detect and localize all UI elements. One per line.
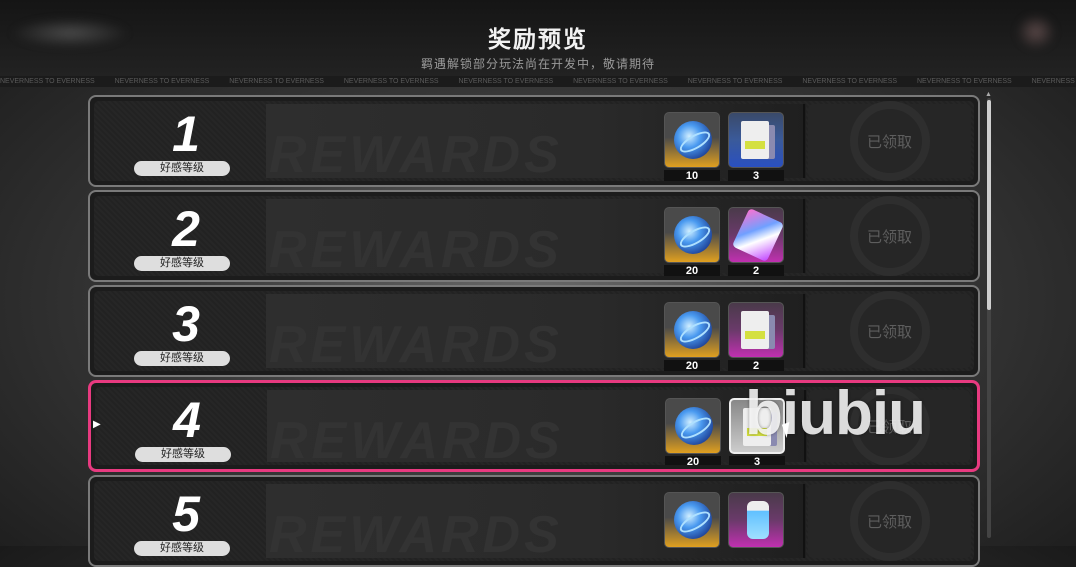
page-title: 奖励预览 <box>488 26 588 52</box>
reward-item-card[interactable] <box>728 112 784 168</box>
ticker-text: NEVERNESS TO EVERNESS <box>687 78 783 85</box>
blue-orb-icon <box>674 311 712 349</box>
reward-item-orb[interactable] <box>664 207 720 263</box>
reward-row[interactable]: REWARDS 5 好感等级 已领取 <box>88 475 980 567</box>
reward-row[interactable]: REWARDS 2 好感等级 20 2 已领取 <box>88 190 980 282</box>
ticker-text: NEVERNESS TO EVERNESS <box>802 78 898 85</box>
ticker-strip: NEVERNESS TO EVERNESS NEVERNESS TO EVERN… <box>0 76 1076 87</box>
claimed-status: 已领取 <box>866 513 912 531</box>
divider <box>803 294 805 368</box>
rewards-background-text: REWARDS <box>269 316 563 371</box>
item-quantity: 2 <box>728 265 784 276</box>
reward-item-confetti[interactable] <box>728 207 784 263</box>
ticker-text: NEVERNESS TO EVERNESS <box>573 78 668 85</box>
scrollbar-thumb[interactable] <box>987 100 991 310</box>
divider <box>803 199 805 273</box>
ticker-text: NEVERNESS TO EVERNESS <box>114 78 210 85</box>
reward-row[interactable]: REWARDS 3 好感等级 20 2 已领取 <box>88 285 980 377</box>
level-label: 好感等级 <box>134 256 230 271</box>
item-quantity: 20 <box>664 265 720 276</box>
claim-button[interactable]: 已领取 <box>808 481 971 561</box>
row-body: REWARDS 5 好感等级 已领取 <box>94 481 974 561</box>
reward-item-orb[interactable] <box>664 492 720 548</box>
ticker-text: NEVERNESS TO EVERNESS <box>343 78 439 85</box>
blue-orb-icon <box>675 407 713 445</box>
item-quantity: 10 <box>664 170 720 181</box>
row-body: REWARDS 2 好感等级 20 2 已领取 <box>94 196 974 276</box>
blue-orb-icon <box>674 121 712 159</box>
pink-confetti-icon <box>731 208 783 262</box>
level-number: 3 <box>172 296 200 352</box>
item-quantity: 3 <box>729 456 785 465</box>
top-bar: 奖励预览 羁遇解锁部分玩法尚在开发中，敬请期待 <box>0 0 1076 76</box>
watermark-logo: biubiu <box>745 379 926 448</box>
level-label: 好感等级 <box>134 541 230 556</box>
item-quantity: 20 <box>664 360 720 371</box>
claim-button[interactable]: 已领取 <box>808 196 971 276</box>
scroll-up-icon[interactable]: ▲ <box>985 91 992 98</box>
reward-item-potion[interactable] <box>728 492 784 548</box>
divider <box>803 484 805 558</box>
item-quantity: 2 <box>728 360 784 371</box>
item-quantity: 20 <box>665 456 721 465</box>
ticker-text: NEVERNESS TO EVERNESS <box>458 78 554 85</box>
ticker-text: NEVERNESS TO EVERNESS <box>1031 78 1076 85</box>
rewards-background-text: REWARDS <box>269 126 563 181</box>
reward-row[interactable]: REWARDS 1 好感等级 10 3 已领取 <box>88 95 980 187</box>
level-number: 4 <box>173 392 201 448</box>
reward-item-orb[interactable] <box>664 112 720 168</box>
claim-button[interactable]: 已领取 <box>808 291 971 371</box>
item-quantity: 3 <box>728 170 784 181</box>
rewards-background-text: REWARDS <box>269 506 563 561</box>
ticker-text: NEVERNESS TO EVERNESS <box>917 78 1012 85</box>
potion-icon <box>747 501 769 539</box>
level-label: 好感等级 <box>134 161 230 176</box>
level-label: 好感等级 <box>135 447 231 462</box>
pink-card-icon <box>741 311 769 349</box>
page-subtitle: 羁遇解锁部分玩法尚在开发中，敬请期待 <box>420 57 655 71</box>
divider <box>803 104 805 178</box>
level-label: 好感等级 <box>134 351 230 366</box>
claimed-status: 已领取 <box>866 228 912 246</box>
row-body: REWARDS 3 好感等级 20 2 已领取 <box>94 291 974 371</box>
claimed-status: 已领取 <box>866 133 912 151</box>
level-number: 5 <box>172 486 200 542</box>
reward-item-orb[interactable] <box>664 302 720 358</box>
rewards-background-text: REWARDS <box>270 412 564 465</box>
ticker-text: NEVERNESS TO EVERNESS <box>229 78 324 85</box>
reward-item-orb[interactable] <box>665 398 721 454</box>
level-number: 2 <box>172 201 200 257</box>
row-body: REWARDS 1 好感等级 10 3 已领取 <box>94 101 974 181</box>
level-number: 1 <box>172 106 200 162</box>
blue-card-icon <box>741 121 769 159</box>
rewards-background-text: REWARDS <box>269 221 563 276</box>
ticker-text: NEVERNESS TO EVERNESS <box>0 78 95 85</box>
reward-item-card[interactable] <box>728 302 784 358</box>
selection-arrow-icon: ▶ <box>93 419 101 430</box>
claimed-status: 已领取 <box>866 323 912 341</box>
blue-orb-icon <box>674 216 712 254</box>
claim-button[interactable]: 已领取 <box>808 101 971 181</box>
blue-orb-icon <box>674 501 712 539</box>
